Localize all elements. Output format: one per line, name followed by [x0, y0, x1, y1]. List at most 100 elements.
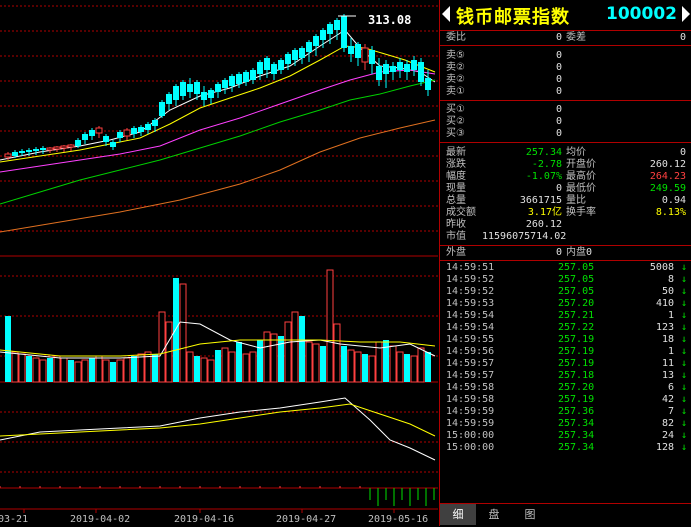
- tick-row[interactable]: 14:59:59 257.34 82 ↓: [440, 418, 691, 430]
- sell-row: 卖② 0: [440, 74, 691, 86]
- tick-price: 257.18: [558, 370, 595, 381]
- volume-bar: [89, 358, 95, 382]
- quote-stats: 最新 257.34 均价 0 涨跌 -2.78 开盘价 260.12 幅度 -1.07% 最高价 26…: [440, 143, 691, 246]
- candle-body: [19, 151, 25, 153]
- tick-volume: 123: [655, 322, 674, 333]
- tick-time: 14:59:52: [446, 274, 495, 285]
- sell-level-value: 0: [555, 74, 562, 85]
- tick-price: 257.34: [558, 442, 595, 453]
- tick-price: 257.21: [558, 310, 595, 321]
- volume-bar: [47, 358, 53, 382]
- volume-bar: [158, 311, 166, 383]
- down-arrow-icon: ↓: [680, 346, 687, 357]
- sell-level-label: 卖②: [446, 74, 465, 85]
- buy-level-label: 买②: [446, 116, 465, 127]
- index-code: 100002: [606, 4, 677, 24]
- quote-row: 现量 0 最低价 249.59: [440, 183, 691, 195]
- prev-arrow-icon[interactable]: [442, 6, 450, 22]
- tick-row[interactable]: 14:59:57 257.18 13 ↓: [440, 370, 691, 382]
- volume-bar: [116, 359, 124, 383]
- volume-bar: [425, 352, 431, 382]
- down-arrow-icon: ↓: [680, 370, 687, 381]
- candle-body: [208, 90, 214, 98]
- sell-level-label: 卖⑤: [446, 50, 465, 61]
- tab-2[interactable]: 图: [512, 504, 548, 525]
- tick-price: 257.05: [558, 274, 595, 285]
- tick-price: 257.19: [558, 394, 595, 405]
- tick-row[interactable]: 14:59:55 257.19 18 ↓: [440, 334, 691, 346]
- next-arrow-icon[interactable]: [682, 6, 690, 22]
- candle-body: [299, 48, 305, 58]
- tick-price: 257.19: [558, 346, 595, 357]
- candle-body: [33, 149, 39, 151]
- tick-volume: 128: [655, 442, 674, 453]
- candle-body: [75, 140, 81, 146]
- volume-bar: [389, 345, 397, 383]
- volume-bar: [383, 340, 389, 382]
- index-name: 钱币邮票指数: [456, 7, 570, 28]
- buy-row: 买① 0: [440, 104, 691, 116]
- quote-label-2: 最高价: [566, 171, 596, 182]
- tick-row[interactable]: 14:59:53 257.20 410 ↓: [440, 298, 691, 310]
- tick-row[interactable]: 15:00:00 257.34 24 ↓: [440, 430, 691, 442]
- kline-chart[interactable]: 313.08 03-21 2019-04-02 2019-04-16 2019-04-…: [0, 0, 438, 526]
- volume-bar: [417, 347, 425, 383]
- sell-level-value: 0: [555, 50, 562, 61]
- candle-body: [418, 62, 424, 82]
- candle-body: [229, 76, 235, 86]
- moving-average-line: [0, 79, 436, 205]
- volume-bar: [320, 346, 326, 382]
- inner-disk-label: 内盘: [566, 247, 586, 258]
- tick-row[interactable]: 14:59:54 257.22 123 ↓: [440, 322, 691, 334]
- tick-row[interactable]: 14:59:52 257.05 8 ↓: [440, 274, 691, 286]
- tick-row[interactable]: 14:59:57 257.19 11 ↓: [440, 358, 691, 370]
- tick-time: 14:59:58: [446, 382, 495, 393]
- volume-bar: [152, 354, 158, 382]
- tick-time: 14:59:57: [446, 358, 495, 369]
- volume-bar: [347, 349, 355, 383]
- candle-body: [243, 72, 249, 82]
- tick-volume: 50: [661, 286, 674, 297]
- down-arrow-icon: ↓: [680, 262, 687, 273]
- volume-bar: [410, 355, 418, 383]
- candle-body: [180, 82, 186, 96]
- quote-value-2: 249.59: [649, 183, 686, 194]
- volume-bar: [221, 347, 229, 383]
- volume-bar: [5, 316, 11, 382]
- tick-row[interactable]: 14:59:52 257.05 50 ↓: [440, 286, 691, 298]
- tick-row[interactable]: 14:59:51 257.05 5008 ↓: [440, 262, 691, 274]
- down-arrow-icon: ↓: [680, 310, 687, 321]
- shizhi-value: 11596075714.02: [482, 231, 567, 242]
- tick-row[interactable]: 14:59:58 257.20 6 ↓: [440, 382, 691, 394]
- candle-body: [285, 54, 291, 64]
- tick-time: 14:59:52: [446, 286, 495, 297]
- tick-row[interactable]: 14:59:54 257.21 1 ↓: [440, 310, 691, 322]
- quote-label: 总量: [446, 195, 466, 206]
- tick-row[interactable]: 14:59:58 257.19 42 ↓: [440, 394, 691, 406]
- tick-time: 14:59:59: [446, 406, 495, 417]
- candle-body: [341, 16, 347, 48]
- quote-row: 成交额 3.17亿 换手率 8.13%: [440, 207, 691, 219]
- indicator-line: [0, 397, 436, 461]
- candle-body: [306, 42, 312, 52]
- volume-bar: [341, 346, 347, 382]
- candle-body: [313, 36, 319, 46]
- tick-time: 14:59:53: [446, 298, 495, 309]
- tab-0[interactable]: 细: [440, 504, 476, 525]
- volume-bar: [270, 333, 278, 383]
- outer-disk-label: 外盘: [446, 247, 466, 258]
- tick-row[interactable]: 14:59:59 257.36 7 ↓: [440, 406, 691, 418]
- quote-label: 成交额: [446, 207, 476, 218]
- sell-orders: 卖⑤ 0 卖② 0 卖② 0 卖① 0: [440, 46, 691, 101]
- tick-row[interactable]: 14:59:56 257.19 1 ↓: [440, 346, 691, 358]
- tick-time: 14:59:54: [446, 310, 495, 321]
- tick-volume: 1: [667, 310, 674, 321]
- volume-bar: [242, 353, 250, 383]
- quote-value: -2.78: [531, 159, 562, 170]
- tick-row[interactable]: 15:00:00 257.34 128 ↓: [440, 442, 691, 454]
- sell-level-label: 卖②: [446, 62, 465, 73]
- tick-list[interactable]: 14:59:51 257.05 5008 ↓ 14:59:52 257.05 8 ↓ 14:59…: [440, 261, 691, 454]
- candle-body: [264, 58, 270, 70]
- quote-row: 总量 3661715 量比 0.94: [440, 195, 691, 207]
- tab-1[interactable]: 盘: [476, 504, 512, 525]
